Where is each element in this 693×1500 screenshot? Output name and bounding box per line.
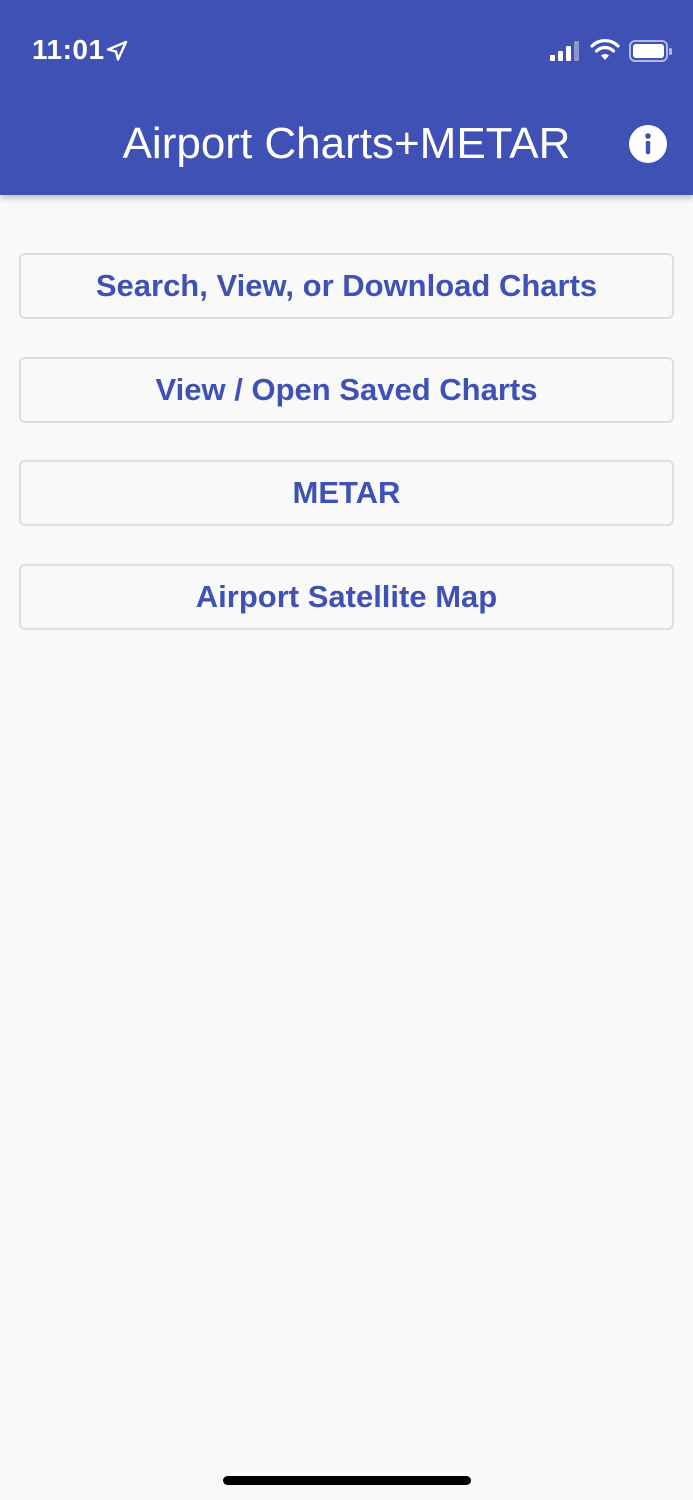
location-arrow-icon	[105, 39, 129, 63]
app-bar: 11:01 Airport Charts+METAR	[0, 0, 693, 195]
view-open-saved-charts-button[interactable]: View / Open Saved Charts	[19, 356, 674, 423]
cellular-signal-icon	[549, 40, 581, 62]
home-indicator[interactable]	[223, 1476, 471, 1485]
metar-button[interactable]: METAR	[19, 460, 674, 526]
status-time: 11:01	[32, 34, 105, 65]
airport-satellite-map-button[interactable]: Airport Satellite Map	[19, 563, 674, 630]
wifi-icon	[590, 38, 620, 62]
battery-icon	[629, 39, 673, 63]
app-title: Airport Charts+METAR	[122, 119, 571, 168]
search-view-download-charts-button[interactable]: Search, View, or Download Charts	[19, 253, 674, 319]
info-icon[interactable]	[629, 125, 667, 163]
main-menu: Search, View, or Download Charts View / …	[19, 253, 674, 667]
status-bar: 11:01	[0, 0, 693, 100]
